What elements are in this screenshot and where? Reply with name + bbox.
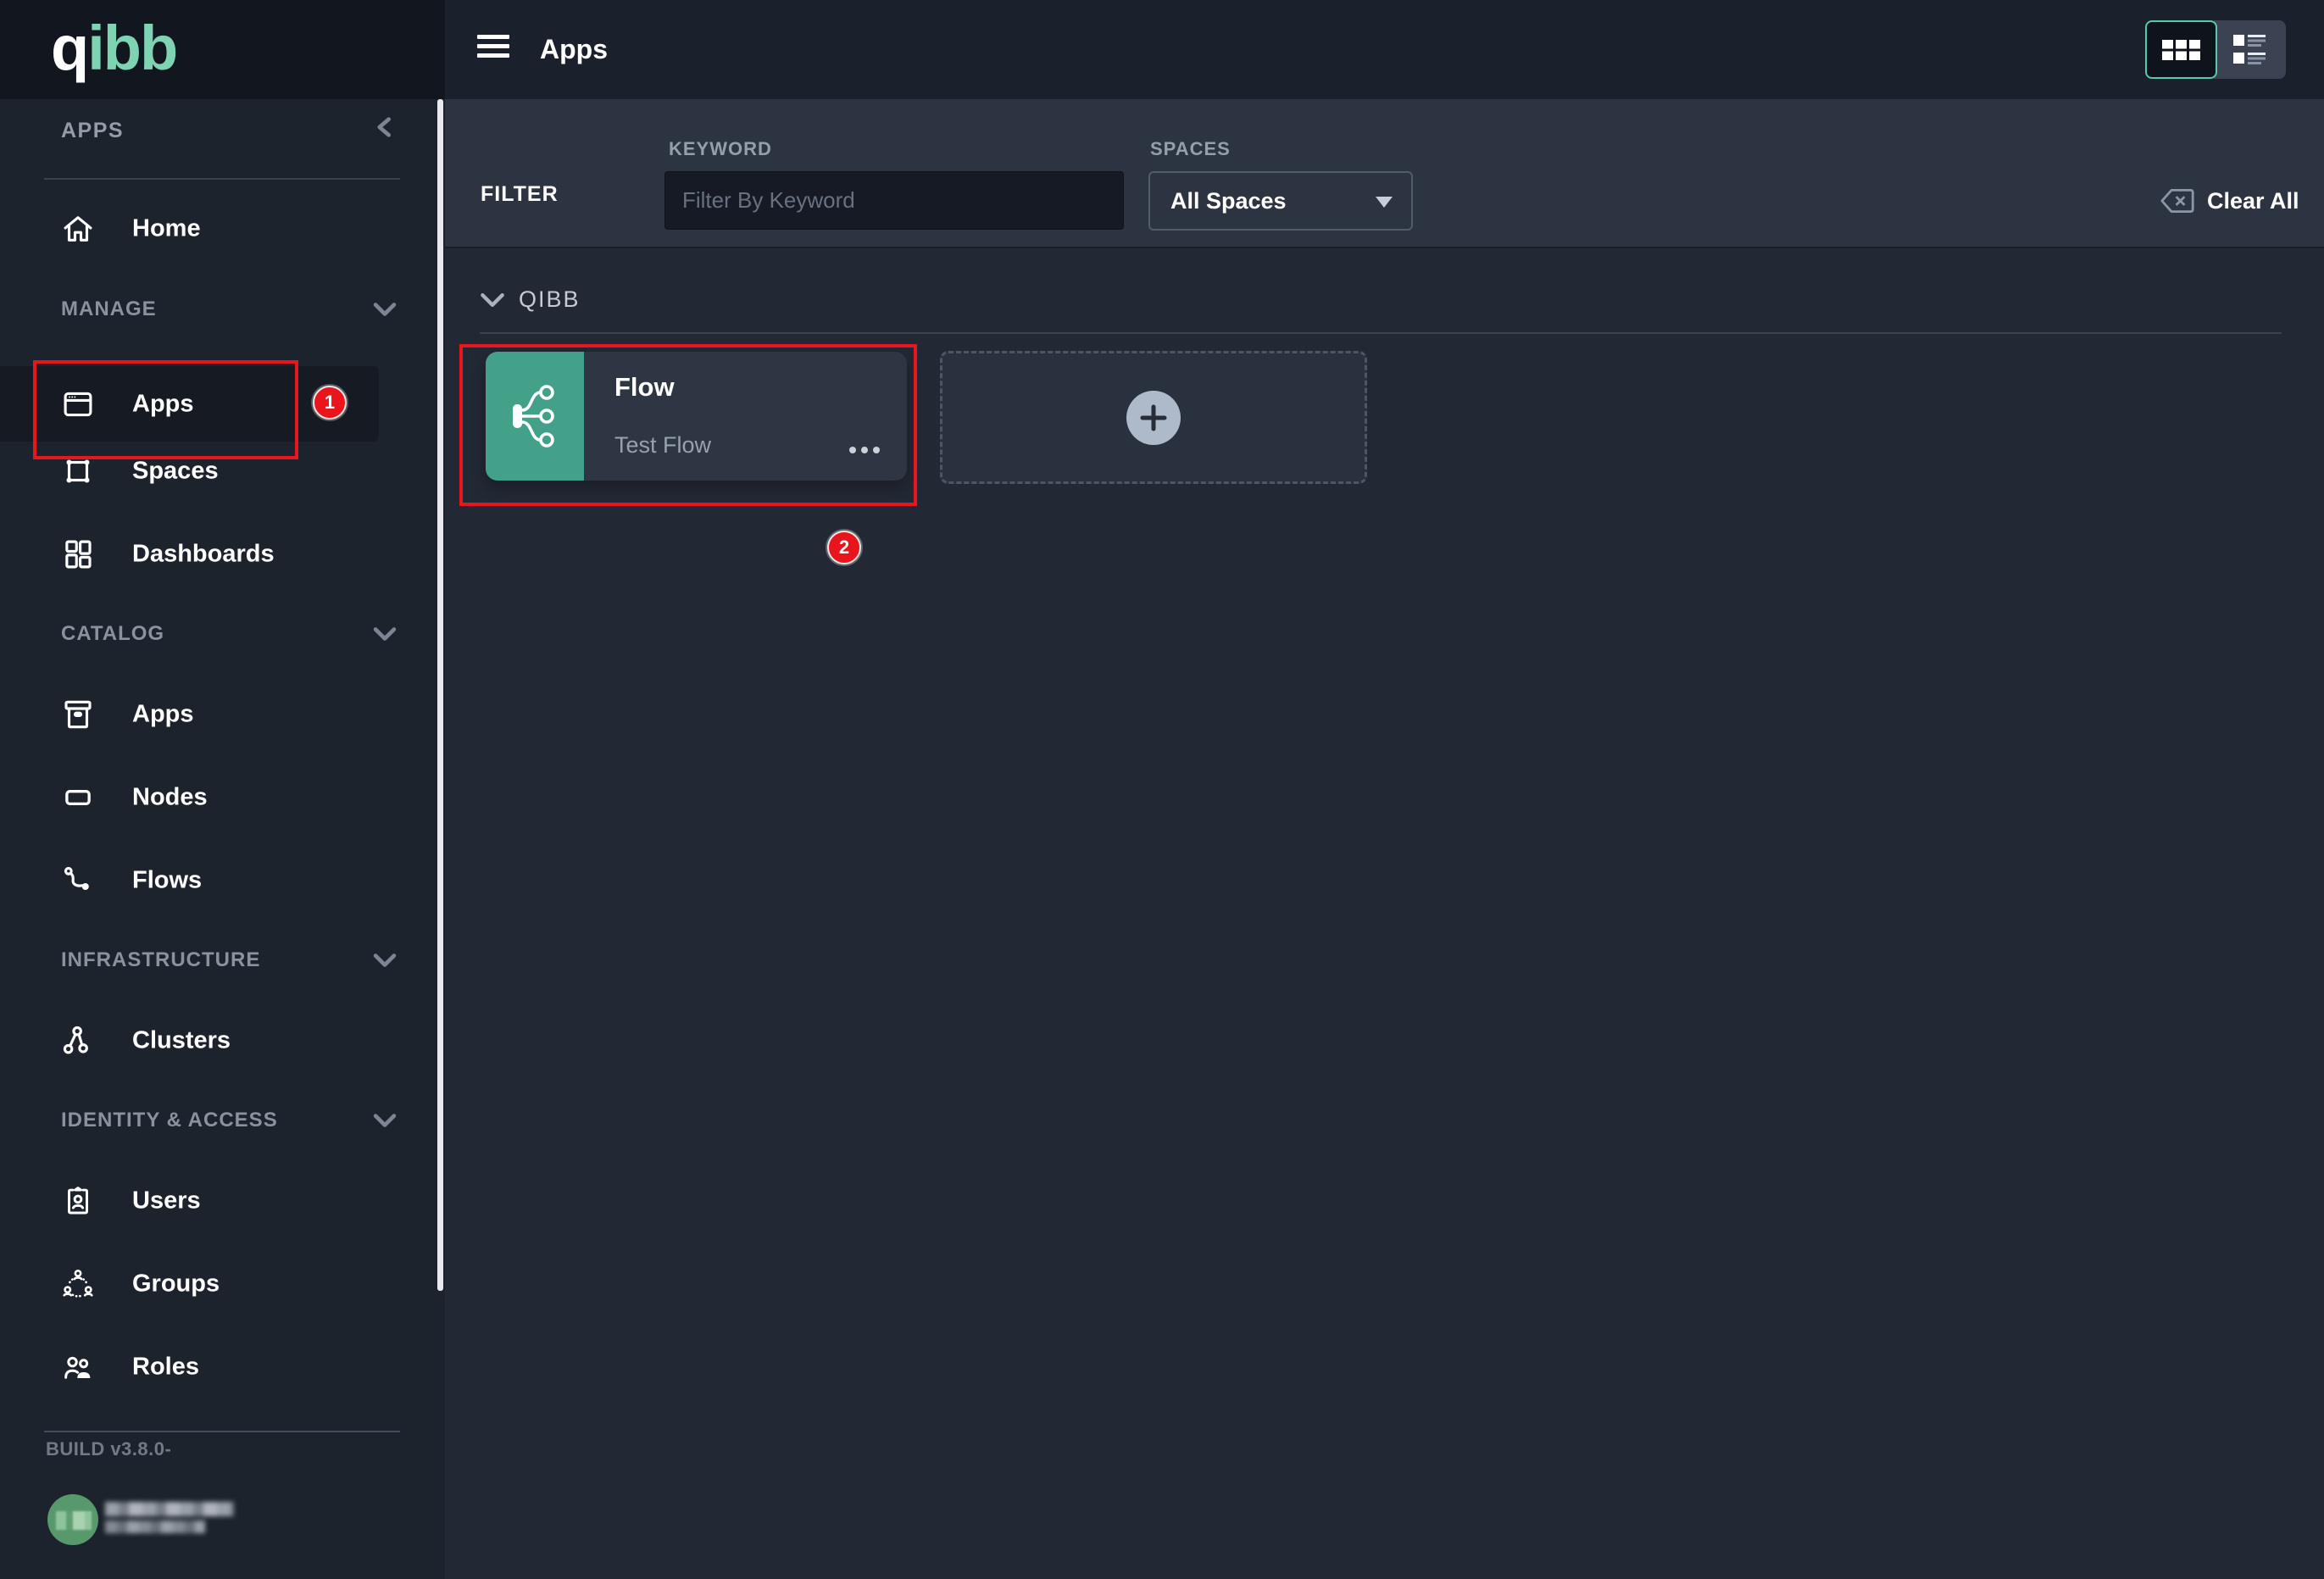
build-version-label: BUILD v3.8.0- xyxy=(46,1438,171,1460)
nodes-icon xyxy=(59,779,97,816)
annotation-badge-2: 2 xyxy=(827,531,861,564)
sidebar-item-groups[interactable]: Groups xyxy=(0,1247,445,1321)
sidebar-item-clusters[interactable]: Clusters xyxy=(0,1004,445,1078)
sidebar: qibb APPS Home MANAGE Apps xyxy=(0,0,445,1579)
sidebar-item-label: Groups xyxy=(132,1270,220,1298)
keyword-input[interactable] xyxy=(664,171,1124,230)
app-card-title: Flow xyxy=(614,372,675,403)
sidebar-section-identity[interactable]: IDENTITY & ACCESS xyxy=(0,1102,445,1139)
dashboards-icon xyxy=(59,536,97,573)
apps-window-icon xyxy=(59,386,97,423)
chevron-down-icon xyxy=(480,292,505,309)
user-avatar[interactable] xyxy=(47,1494,98,1545)
sidebar-panel-title: APPS xyxy=(61,119,124,143)
sidebar-item-home[interactable]: Home xyxy=(0,192,445,266)
keyword-label: KEYWORD xyxy=(669,138,772,160)
qibb-app: qibb APPS Home MANAGE Apps xyxy=(0,0,2324,1579)
section-label: INFRASTRUCTURE xyxy=(61,948,260,972)
logo-bar: qibb xyxy=(0,0,445,99)
avatar-initials-redacted xyxy=(56,1511,92,1530)
spaces-label: SPACES xyxy=(1150,138,1231,160)
sidebar-scrollbar[interactable] xyxy=(437,99,443,1291)
sidebar-item-roles[interactable]: Roles xyxy=(0,1330,445,1404)
hamburger-icon[interactable] xyxy=(477,35,511,58)
sidebar-item-dashboards[interactable]: Dashboards xyxy=(0,517,445,592)
view-toggle xyxy=(2145,20,2286,79)
space-group-qibb[interactable]: QIBB xyxy=(480,286,581,313)
group-divider xyxy=(480,332,2282,334)
sidebar-item-label: Home xyxy=(132,215,201,243)
spaces-selected-value: All Spaces xyxy=(1170,188,1287,214)
sidebar-item-label: Clusters xyxy=(132,1027,231,1055)
sidebar-item-label: Flows xyxy=(132,867,202,895)
apps-box-icon xyxy=(59,696,97,733)
flows-icon xyxy=(59,862,97,899)
sidebar-item-spaces[interactable]: Spaces xyxy=(0,434,445,509)
clear-all-label: Clear All xyxy=(2207,188,2299,214)
sidebar-item-label: Apps xyxy=(132,390,194,418)
app-card-icon-panel xyxy=(486,352,584,481)
sidebar-item-label: Apps xyxy=(132,701,194,729)
sidebar-item-label: Nodes xyxy=(132,784,208,812)
logo-ibb: ibb xyxy=(87,13,176,83)
annotation-badge-1: 1 xyxy=(313,386,347,420)
groups-icon xyxy=(59,1265,97,1303)
sidebar-item-label: Roles xyxy=(132,1354,199,1382)
app-card-subtitle: Test Flow xyxy=(614,432,711,459)
page-title: Apps xyxy=(540,34,608,65)
grid-view-button[interactable] xyxy=(2145,20,2217,79)
backspace-icon xyxy=(2160,187,2195,214)
grid-view-icon xyxy=(2161,39,2202,61)
section-label: CATALOG xyxy=(61,622,164,646)
clear-all-button[interactable]: Clear All xyxy=(2160,187,2299,214)
sidebar-item-users[interactable]: Users xyxy=(0,1164,445,1238)
list-view-icon xyxy=(2233,34,2267,66)
chevron-down-icon xyxy=(373,302,397,317)
spaces-select[interactable]: All Spaces xyxy=(1148,171,1413,231)
plus-icon xyxy=(1126,391,1181,445)
chevron-left-icon[interactable] xyxy=(373,115,397,139)
sidebar-section-infrastructure[interactable]: INFRASTRUCTURE xyxy=(0,942,445,979)
home-icon xyxy=(59,210,97,247)
dropdown-arrow-icon xyxy=(1376,197,1393,208)
section-label: IDENTITY & ACCESS xyxy=(61,1109,278,1132)
app-card-flow[interactable]: Flow Test Flow xyxy=(486,352,907,481)
sidebar-divider xyxy=(44,178,400,180)
chevron-down-icon xyxy=(373,1113,397,1128)
logo-q: q xyxy=(51,13,87,83)
flow-app-icon xyxy=(504,381,565,451)
topbar xyxy=(445,0,2324,99)
ellipsis-icon[interactable] xyxy=(844,447,880,453)
sidebar-divider xyxy=(44,1431,400,1432)
sidebar-item-label: Spaces xyxy=(132,458,219,486)
qibb-logo[interactable]: qibb xyxy=(51,12,176,84)
sidebar-item-flows[interactable]: Flows xyxy=(0,843,445,918)
sidebar-item-label: Users xyxy=(132,1187,201,1215)
sidebar-item-nodes[interactable]: Nodes xyxy=(0,760,445,835)
spaces-icon xyxy=(59,453,97,490)
roles-icon xyxy=(59,1348,97,1386)
chevron-down-icon xyxy=(373,953,397,968)
chevron-down-icon xyxy=(373,626,397,642)
sidebar-item-label: Dashboards xyxy=(132,541,275,569)
users-icon xyxy=(59,1182,97,1220)
sidebar-section-manage[interactable]: MANAGE xyxy=(0,291,445,328)
list-view-button[interactable] xyxy=(2214,20,2286,79)
user-name-redacted[interactable] xyxy=(105,1502,241,1539)
sidebar-item-catalog-apps[interactable]: Apps xyxy=(0,677,445,752)
sidebar-section-catalog[interactable]: CATALOG xyxy=(0,615,445,653)
filter-label: FILTER xyxy=(481,182,559,207)
space-group-title: QIBB xyxy=(519,286,581,313)
add-app-card[interactable] xyxy=(940,351,1367,484)
section-label: MANAGE xyxy=(61,297,157,321)
clusters-icon xyxy=(59,1022,97,1059)
